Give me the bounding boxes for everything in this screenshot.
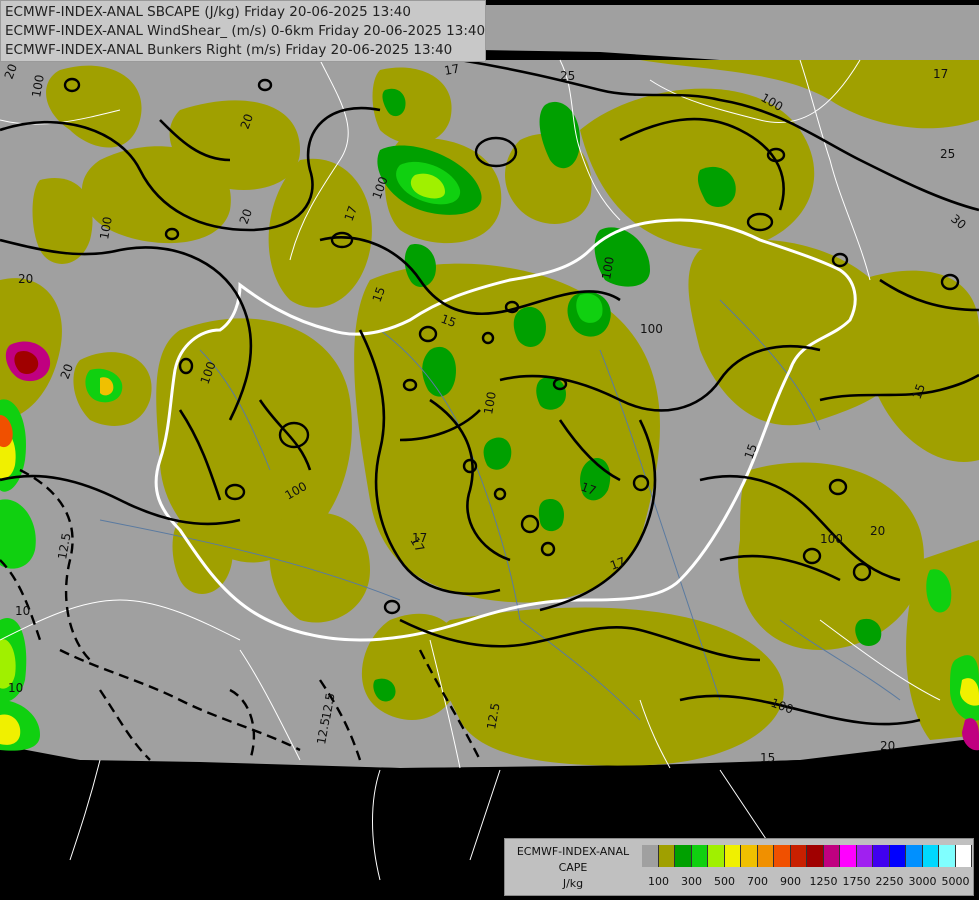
legend-swatch [807, 845, 824, 867]
legend-tick-label: 500 [714, 875, 735, 888]
legend-swatch [642, 845, 659, 867]
title-line-bunkers: ECMWF-INDEX-ANAL Bunkers Right (m/s) Fri… [5, 42, 453, 58]
legend-tick-label: 3000 [908, 875, 937, 888]
contour-label: 10 [15, 604, 30, 618]
legend-title-source: ECMWF-INDEX-ANAL [516, 845, 630, 858]
legend-tick-label: 2250 [875, 875, 904, 888]
legend-title-param: CAPE [558, 861, 588, 874]
legend-swatch [889, 845, 906, 867]
contour-label: 17 [933, 67, 948, 81]
legend-swatch [823, 845, 840, 867]
legend-swatch [675, 845, 692, 867]
legend-swatch [873, 845, 890, 867]
legend-color-bar [642, 845, 972, 867]
legend-swatch [856, 845, 873, 867]
title-line-windshear: ECMWF-INDEX-ANAL WindShear_ (m/s) 0-6km … [5, 23, 486, 39]
contour-label: 20 [870, 524, 885, 538]
legend-swatch [922, 845, 939, 867]
legend-tick-label: 300 [681, 875, 702, 888]
contour-label: 20 [880, 739, 895, 753]
legend-tick-label: 900 [780, 875, 801, 888]
legend-swatch [840, 845, 857, 867]
contour-label: 100 [640, 322, 663, 336]
cape-legend: ECMWF-INDEX-ANAL CAPE J/kg 100 300 500 700 9… [504, 838, 974, 896]
map-title-box: ECMWF-INDEX-ANAL SBCAPE (J/kg) Friday 20… [0, 0, 486, 62]
legend-tick-label: 5000 [941, 875, 970, 888]
contour-label: 25 [560, 69, 575, 83]
legend-tick-label: 1750 [842, 875, 871, 888]
legend-swatch [724, 845, 741, 867]
cape-map: 20 17 25 15 100 20 25 17 30 20 20 20 17 … [0, 0, 979, 900]
contour-label: 17 [443, 62, 460, 78]
legend-tick-label: 700 [747, 875, 768, 888]
legend-swatch [774, 845, 791, 867]
contour-label: 15 [760, 751, 775, 765]
contour-label: 17 [412, 531, 427, 545]
legend-tick-label: 100 [648, 875, 669, 888]
legend-swatch [691, 845, 708, 867]
contour-label: 10 [8, 681, 23, 695]
legend-swatch [757, 845, 774, 867]
legend-swatch [790, 845, 807, 867]
legend-swatch [906, 845, 923, 867]
legend-swatch [939, 845, 956, 867]
contour-label: 25 [940, 147, 955, 161]
legend-swatch [741, 845, 758, 867]
legend-title-unit: J/kg [562, 877, 584, 890]
legend-swatch [955, 845, 972, 867]
contour-label: 20 [18, 272, 33, 286]
title-line-sbcape: ECMWF-INDEX-ANAL SBCAPE (J/kg) Friday 20… [5, 4, 411, 20]
legend-tick-label: 1250 [809, 875, 838, 888]
contour-label: 100 [820, 532, 843, 546]
legend-swatch [708, 845, 725, 867]
legend-swatch [658, 845, 675, 867]
